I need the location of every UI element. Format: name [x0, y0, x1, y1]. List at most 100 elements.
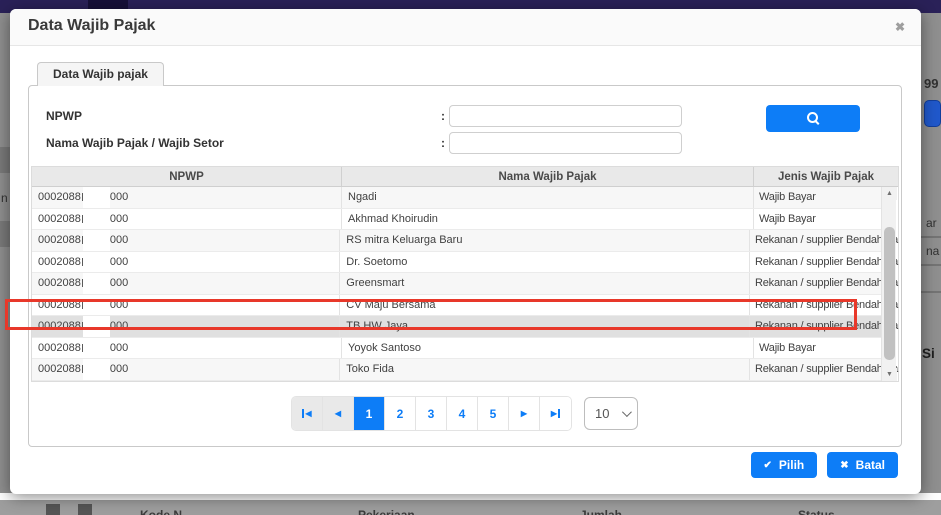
npwp-prefix: 0002088	[38, 320, 81, 332]
column-header-jenis[interactable]: Jenis Wajib Pajak	[754, 167, 898, 186]
background-row-line	[921, 264, 941, 266]
next-page-button[interactable]: ▶	[509, 397, 540, 430]
jenis-cell: Rekanan / supplier Bendahara	[750, 316, 881, 337]
npwp-cell: 0002088 000	[32, 316, 340, 337]
npwp-prefix: 0002088	[38, 191, 81, 203]
npwp-prefix: 0002088	[38, 213, 81, 225]
table-row[interactable]: 0002088 000 TB HW JayaRekanan / supplier B…	[32, 316, 881, 338]
table-scrollbar[interactable]: ▲ ▼	[881, 187, 896, 381]
nama-cell: Dr. Soetomo	[340, 252, 750, 273]
npwp-cell: 0002088 000	[32, 273, 340, 294]
scroll-down-icon[interactable]: ▼	[882, 368, 897, 381]
npwp-prefix: 0002088	[38, 277, 81, 289]
page-button-1[interactable]: 1	[354, 397, 385, 430]
table-row[interactable]: 0002088000Toko FidaRekanan / supplier Be…	[32, 359, 881, 381]
nama-cell: TB HW Jaya	[340, 316, 750, 337]
table-row[interactable]: 0002088 000 GreensmartRekanan / supplier B…	[32, 273, 881, 295]
npwp-suffix: 000	[110, 213, 128, 225]
background-column-header: Pekerjaan	[358, 508, 415, 515]
table-row[interactable]: 0002088000Yoyok SantosoWajib Bayar	[32, 338, 881, 360]
npwp-redaction-box	[83, 252, 110, 273]
taxpayer-table: NPWPNama Wajib PajakJenis Wajib Pajak 00…	[31, 166, 899, 382]
tab-data-wajib-pajak[interactable]: Data Wajib pajak	[37, 62, 164, 86]
npwp-cell: 0002088000	[32, 359, 340, 380]
first-page-button[interactable]: ◀	[292, 397, 323, 430]
npwp-label: NPWP	[46, 109, 441, 123]
column-header-nama[interactable]: Nama Wajib Pajak	[342, 167, 754, 186]
npwp-redaction-box	[83, 230, 110, 251]
nama-wajib-pajak-input[interactable]	[449, 132, 682, 154]
npwp-prefix: 0002088	[38, 363, 81, 375]
npwp-suffix: 000	[110, 320, 128, 332]
modal-header: Data Wajib Pajak ✖	[10, 9, 921, 46]
batal-button-label: Batal	[856, 458, 885, 472]
table-row[interactable]: 0002088000CV Maju BersamaRekanan / suppl…	[32, 295, 881, 317]
npwp-prefix: 0002088	[38, 256, 81, 268]
scrollbar-thumb[interactable]	[884, 227, 895, 360]
page-bar-icon	[558, 409, 560, 418]
search-form: NPWP : Nama Wajib Pajak / Wajib Setor :	[29, 86, 901, 156]
background-button-fragment	[924, 100, 941, 127]
table-row[interactable]: 0002088 000 NgadiWajib Bayar	[32, 187, 881, 209]
search-button[interactable]	[766, 105, 860, 132]
page-size-select[interactable]: 10	[584, 397, 638, 430]
last-page-button[interactable]: ▶	[540, 397, 571, 430]
npwp-suffix: 000	[110, 342, 128, 354]
modal-title: Data Wajib Pajak	[28, 17, 155, 35]
page-button-4[interactable]: 4	[447, 397, 478, 430]
nama-cell: Ngadi	[342, 187, 754, 208]
npwp-suffix: 000	[110, 191, 128, 203]
table-row[interactable]: 0002088 000 Akhmad KhoirudinWajib Bayar	[32, 209, 881, 231]
page-button-5[interactable]: 5	[478, 397, 509, 430]
nama-cell: RS mitra Keluarga Baru	[340, 230, 750, 251]
npwp-redaction-box	[83, 316, 110, 337]
table-header-row: NPWPNama Wajib PajakJenis Wajib Pajak	[32, 167, 898, 187]
nama-cell: Akhmad Khoirudin	[342, 209, 754, 230]
close-icon[interactable]: ✖	[895, 20, 905, 34]
npwp-input[interactable]	[449, 105, 682, 127]
npwp-cell: 0002088000	[32, 252, 340, 273]
nama-cell: Greensmart	[340, 273, 750, 294]
background-text-fragment: n	[1, 191, 8, 205]
arrow-icon: ◀	[305, 409, 311, 418]
npwp-redaction-box	[83, 295, 110, 316]
jenis-cell: Wajib Bayar	[754, 209, 881, 230]
background-text-fragment: ar	[926, 216, 937, 230]
prev-page-button[interactable]: ◀	[323, 397, 354, 430]
background-column-header: Kode N	[140, 508, 182, 515]
npwp-redaction-box	[83, 187, 110, 208]
scroll-up-icon[interactable]: ▲	[882, 187, 897, 200]
nama-colon: :	[441, 136, 449, 150]
batal-button[interactable]: ✖ Batal	[827, 452, 898, 478]
background-table-header-strip: Kode N Pekerjaan Jumlah Status	[0, 500, 941, 515]
modal-footer: ✔ Pilih ✖ Batal	[751, 452, 898, 478]
table-row[interactable]: 0002088000RS mitra Keluarga BaruRekanan …	[32, 230, 881, 252]
npwp-prefix: 0002088	[38, 299, 81, 311]
jenis-cell: Rekanan / supplier Bendahara	[750, 273, 881, 294]
npwp-redaction-box	[83, 338, 110, 359]
npwp-cell: 0002088000	[32, 230, 340, 251]
background-checkbox-fragment	[46, 504, 60, 515]
table-row[interactable]: 0002088000Dr. SoetomoRekanan / supplier …	[32, 252, 881, 274]
page-button-3[interactable]: 3	[416, 397, 447, 430]
npwp-redaction-box	[83, 273, 110, 294]
jenis-cell: Rekanan / supplier Bendahara	[750, 359, 881, 380]
table-body: 0002088000NgadiWajib Bayar0002088000Akhm…	[32, 187, 881, 381]
npwp-suffix: 000	[110, 234, 128, 246]
arrow-icon: ▶	[551, 409, 557, 418]
nama-wajib-pajak-label: Nama Wajib Pajak / Wajib Setor	[46, 136, 441, 150]
npwp-suffix: 000	[110, 299, 128, 311]
arrow-icon: ▶	[521, 409, 527, 418]
data-wajib-pajak-modal: Data Wajib Pajak ✖ Data Wajib pajak NPWP…	[10, 9, 921, 494]
npwp-cell: 0002088 000	[32, 187, 342, 208]
jenis-cell: Wajib Bayar	[754, 187, 881, 208]
npwp-suffix: 000	[110, 277, 128, 289]
chevron-down-icon	[622, 407, 632, 417]
page-button-2[interactable]: 2	[385, 397, 416, 430]
column-header-npwp[interactable]: NPWP	[32, 167, 342, 186]
pilih-button[interactable]: ✔ Pilih	[751, 452, 818, 478]
background-row-line	[921, 291, 941, 293]
nama-cell: CV Maju Bersama	[340, 295, 750, 316]
background-text-fragment: na	[926, 244, 939, 258]
form-row-nama: Nama Wajib Pajak / Wajib Setor :	[46, 129, 901, 156]
